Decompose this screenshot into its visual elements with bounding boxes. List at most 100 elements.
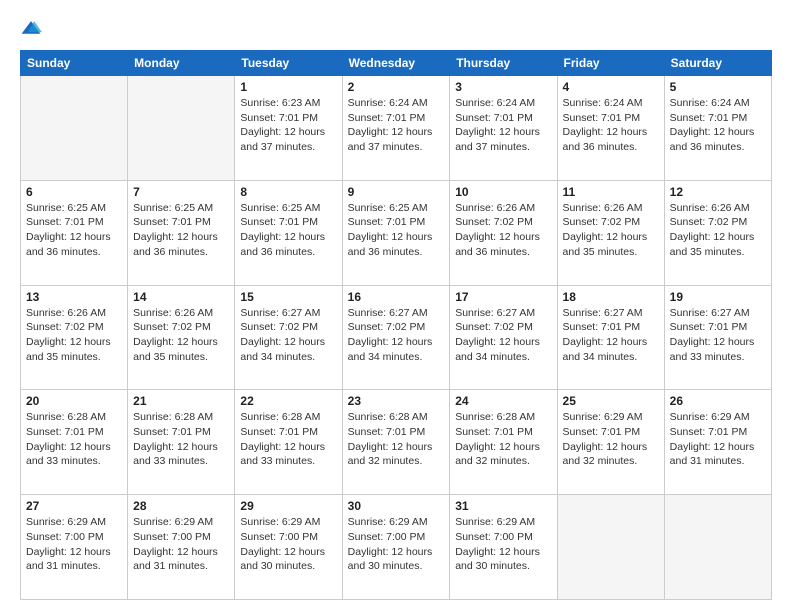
- day-number: 23: [348, 394, 445, 408]
- calendar-cell: 25 Sunrise: 6:29 AMSunset: 7:01 PMDayligh…: [557, 390, 664, 495]
- calendar-cell: 12Sunrise: 6:26 AMSunset: 7:02 PMDayligh…: [664, 180, 771, 285]
- day-info: Sunrise: 6:28 AMSunset: 7:01 PMDaylight:…: [26, 410, 122, 469]
- page: SundayMondayTuesdayWednesdayThursdayFrid…: [0, 0, 792, 612]
- calendar-cell: 28 Sunrise: 6:29 AMSunset: 7:00 PMDayligh…: [128, 495, 235, 600]
- weekday-header-row: SundayMondayTuesdayWednesdayThursdayFrid…: [21, 51, 772, 76]
- weekday-saturday: Saturday: [664, 51, 771, 76]
- calendar-cell: [664, 495, 771, 600]
- day-info: Sunrise: 6:29 AMSunset: 7:01 PMDaylight:…: [670, 410, 766, 469]
- calendar-cell: 31 Sunrise: 6:29 AMSunset: 7:00 PMDayligh…: [450, 495, 557, 600]
- day-number: 18: [563, 290, 659, 304]
- day-number: 30: [348, 499, 445, 513]
- calendar-cell: 29 Sunrise: 6:29 AMSunset: 7:00 PMDayligh…: [235, 495, 342, 600]
- calendar-cell: 27Sunrise: 6:29 AMSunset: 7:00 PMDayligh…: [21, 495, 128, 600]
- week-row-3: 13 Sunrise: 6:26 AMSunset: 7:02 PMDayligh…: [21, 285, 772, 390]
- calendar: SundayMondayTuesdayWednesdayThursdayFrid…: [20, 50, 772, 600]
- day-number: 3: [455, 80, 551, 94]
- calendar-cell: 21Sunrise: 6:28 AMSunset: 7:01 PMDayligh…: [128, 390, 235, 495]
- day-number: 7: [133, 185, 229, 199]
- day-info: Sunrise: 6:27 AMSunset: 7:02 PMDaylight:…: [240, 306, 336, 365]
- calendar-cell: 6 Sunrise: 6:25 AMSunset: 7:01 PMDaylight…: [21, 180, 128, 285]
- calendar-cell: 16Sunrise: 6:27 AMSunset: 7:02 PMDayligh…: [342, 285, 450, 390]
- day-info: Sunrise: 6:24 AMSunset: 7:01 PMDaylight:…: [348, 96, 445, 155]
- day-info: Sunrise: 6:27 AMSunset: 7:01 PMDaylight:…: [563, 306, 659, 365]
- weekday-sunday: Sunday: [21, 51, 128, 76]
- day-info: Sunrise: 6:28 AMSunset: 7:01 PMDaylight:…: [455, 410, 551, 469]
- calendar-cell: 1Sunrise: 6:23 AMSunset: 7:01 PMDaylight…: [235, 76, 342, 181]
- day-info: Sunrise: 6:25 AMSunset: 7:01 PMDaylight:…: [133, 201, 229, 260]
- day-info: Sunrise: 6:29 AMSunset: 7:00 PMDaylight:…: [455, 515, 551, 574]
- day-info: Sunrise: 6:29 AMSunset: 7:00 PMDaylight:…: [240, 515, 336, 574]
- day-info: Sunrise: 6:25 AMSunset: 7:01 PMDaylight:…: [348, 201, 445, 260]
- day-info: Sunrise: 6:24 AMSunset: 7:01 PMDaylight:…: [670, 96, 766, 155]
- calendar-cell: 22 Sunrise: 6:28 AMSunset: 7:01 PMDayligh…: [235, 390, 342, 495]
- calendar-cell: 17 Sunrise: 6:27 AMSunset: 7:02 PMDayligh…: [450, 285, 557, 390]
- day-number: 4: [563, 80, 659, 94]
- day-number: 14: [133, 290, 229, 304]
- day-info: Sunrise: 6:29 AMSunset: 7:01 PMDaylight:…: [563, 410, 659, 469]
- weekday-friday: Friday: [557, 51, 664, 76]
- weekday-wednesday: Wednesday: [342, 51, 450, 76]
- day-info: Sunrise: 6:28 AMSunset: 7:01 PMDaylight:…: [240, 410, 336, 469]
- calendar-cell: 15 Sunrise: 6:27 AMSunset: 7:02 PMDayligh…: [235, 285, 342, 390]
- header: [20, 18, 772, 40]
- calendar-cell: 23 Sunrise: 6:28 AMSunset: 7:01 PMDayligh…: [342, 390, 450, 495]
- calendar-cell: [21, 76, 128, 181]
- calendar-cell: 30 Sunrise: 6:29 AMSunset: 7:00 PMDayligh…: [342, 495, 450, 600]
- day-number: 29: [240, 499, 336, 513]
- day-info: Sunrise: 6:26 AMSunset: 7:02 PMDaylight:…: [455, 201, 551, 260]
- day-info: Sunrise: 6:27 AMSunset: 7:02 PMDaylight:…: [455, 306, 551, 365]
- week-row-2: 6 Sunrise: 6:25 AMSunset: 7:01 PMDaylight…: [21, 180, 772, 285]
- day-number: 25: [563, 394, 659, 408]
- calendar-cell: 9Sunrise: 6:25 AMSunset: 7:01 PMDaylight…: [342, 180, 450, 285]
- day-number: 10: [455, 185, 551, 199]
- week-row-4: 20 Sunrise: 6:28 AMSunset: 7:01 PMDayligh…: [21, 390, 772, 495]
- calendar-cell: 10 Sunrise: 6:26 AMSunset: 7:02 PMDayligh…: [450, 180, 557, 285]
- day-number: 31: [455, 499, 551, 513]
- calendar-cell: 7 Sunrise: 6:25 AMSunset: 7:01 PMDaylight…: [128, 180, 235, 285]
- week-row-5: 27 Sunrise: 6:29 AMSunset: 7:00 PMDayligh…: [21, 495, 772, 600]
- day-info: Sunrise: 6:29 AMSunset: 7:00 PMDaylight:…: [348, 515, 445, 574]
- calendar-cell: [557, 495, 664, 600]
- day-number: 22: [240, 394, 336, 408]
- day-info: Sunrise: 6:27 AMSunset: 7:01 PMDaylight:…: [670, 306, 766, 365]
- calendar-cell: 11Sunrise: 6:26 AMSunset: 7:02 PMDayligh…: [557, 180, 664, 285]
- day-number: 8: [240, 185, 336, 199]
- day-info: Sunrise: 6:26 AMSunset: 7:02 PMDaylight:…: [670, 201, 766, 260]
- day-number: 17: [455, 290, 551, 304]
- day-number: 2: [348, 80, 445, 94]
- day-number: 16: [348, 290, 445, 304]
- day-info: Sunrise: 6:24 AMSunset: 7:01 PMDaylight:…: [563, 96, 659, 155]
- calendar-cell: 26 Sunrise: 6:29 AMSunset: 7:01 PMDayligh…: [664, 390, 771, 495]
- day-number: 15: [240, 290, 336, 304]
- logo-icon: [20, 18, 42, 40]
- day-number: 20: [26, 394, 122, 408]
- day-info: Sunrise: 6:29 AMSunset: 7:00 PMDaylight:…: [133, 515, 229, 574]
- calendar-cell: 8 Sunrise: 6:25 AMSunset: 7:01 PMDaylight…: [235, 180, 342, 285]
- day-info: Sunrise: 6:28 AMSunset: 7:01 PMDaylight:…: [348, 410, 445, 469]
- day-info: Sunrise: 6:26 AMSunset: 7:02 PMDaylight:…: [133, 306, 229, 365]
- calendar-cell: 14 Sunrise: 6:26 AMSunset: 7:02 PMDayligh…: [128, 285, 235, 390]
- day-info: Sunrise: 6:26 AMSunset: 7:02 PMDaylight:…: [563, 201, 659, 260]
- day-number: 26: [670, 394, 766, 408]
- day-info: Sunrise: 6:25 AMSunset: 7:01 PMDaylight:…: [26, 201, 122, 260]
- day-info: Sunrise: 6:24 AMSunset: 7:01 PMDaylight:…: [455, 96, 551, 155]
- calendar-cell: 2 Sunrise: 6:24 AMSunset: 7:01 PMDaylight…: [342, 76, 450, 181]
- weekday-thursday: Thursday: [450, 51, 557, 76]
- calendar-cell: 18 Sunrise: 6:27 AMSunset: 7:01 PMDayligh…: [557, 285, 664, 390]
- day-info: Sunrise: 6:25 AMSunset: 7:01 PMDaylight:…: [240, 201, 336, 260]
- weekday-tuesday: Tuesday: [235, 51, 342, 76]
- day-number: 5: [670, 80, 766, 94]
- day-number: 27: [26, 499, 122, 513]
- day-number: 19: [670, 290, 766, 304]
- day-number: 6: [26, 185, 122, 199]
- calendar-cell: [128, 76, 235, 181]
- day-number: 24: [455, 394, 551, 408]
- calendar-cell: 5 Sunrise: 6:24 AMSunset: 7:01 PMDaylight…: [664, 76, 771, 181]
- weekday-monday: Monday: [128, 51, 235, 76]
- day-number: 13: [26, 290, 122, 304]
- calendar-cell: 24 Sunrise: 6:28 AMSunset: 7:01 PMDayligh…: [450, 390, 557, 495]
- logo: [20, 18, 46, 40]
- day-number: 28: [133, 499, 229, 513]
- day-number: 1: [240, 80, 336, 94]
